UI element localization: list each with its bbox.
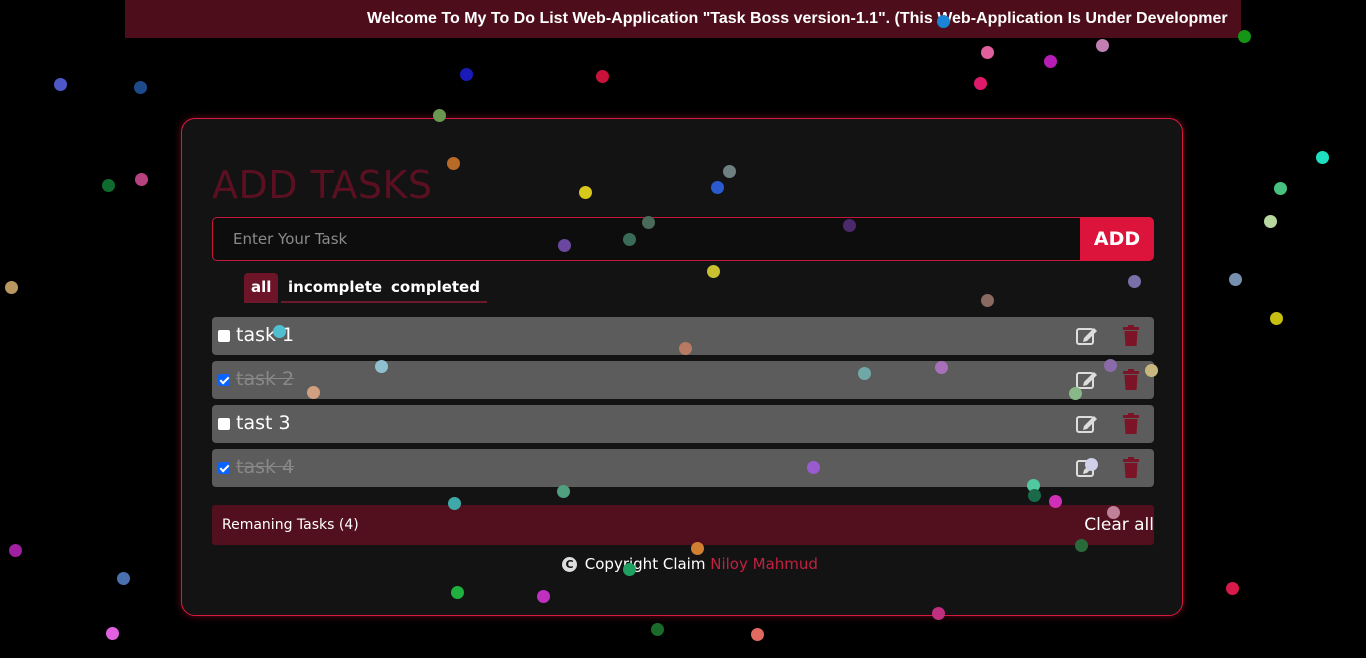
clear-all-button[interactable]: Clear all [1084, 515, 1154, 535]
trash-icon[interactable] [1122, 369, 1140, 391]
particle-dot [1264, 215, 1277, 228]
author-link[interactable]: Niloy Mahmud [710, 555, 818, 573]
task-label: task 4 [236, 456, 295, 478]
task-row: task 1 [212, 317, 1154, 355]
todo-card: ADD TASKS ADD all incomplete completed t… [181, 118, 1183, 616]
filter-incomplete[interactable]: incomplete [281, 273, 390, 303]
particle-dot [1316, 151, 1329, 164]
task-row: task 2 [212, 361, 1154, 399]
particle-dot [135, 173, 148, 186]
particle-dot [117, 572, 130, 585]
copyright-line: C Copyright Claim Niloy Mahmud [562, 555, 818, 573]
task-label: task 1 [236, 324, 295, 346]
particle-dot [1274, 182, 1287, 195]
particle-dot [1226, 582, 1239, 595]
particle-dot [106, 627, 119, 640]
particle-dot [460, 68, 473, 81]
particle-dot [9, 544, 22, 557]
edit-icon[interactable] [1076, 458, 1098, 478]
trash-icon[interactable] [1122, 325, 1140, 347]
particle-dot [134, 81, 147, 94]
remaining-count: Remaning Tasks (4) [222, 517, 359, 533]
welcome-banner-text: Welcome To My To Do List Web-Application… [367, 10, 1228, 27]
task-input[interactable] [212, 217, 1082, 261]
trash-icon[interactable] [1122, 413, 1140, 435]
tasks-footer: Remaning Tasks (4) Clear all [212, 505, 1154, 545]
trash-icon[interactable] [1122, 457, 1140, 479]
task-checkbox[interactable] [218, 330, 230, 342]
particle-dot [1229, 273, 1242, 286]
particle-dot [651, 623, 664, 636]
particle-dot [1044, 55, 1057, 68]
welcome-banner: Welcome To My To Do List Web-Application… [125, 0, 1241, 38]
filter-all[interactable]: all [244, 273, 279, 303]
particle-dot [1270, 312, 1283, 325]
particle-dot [596, 70, 609, 83]
task-row: task 4 [212, 449, 1154, 487]
edit-icon[interactable] [1076, 414, 1098, 434]
copyright-text: Copyright Claim [584, 555, 706, 573]
particle-dot [1096, 39, 1109, 52]
particle-dot [974, 77, 987, 90]
page-title: ADD TASKS [212, 163, 433, 207]
task-checkbox[interactable] [218, 462, 230, 474]
edit-icon[interactable] [1076, 370, 1098, 390]
task-row: tast 3 [212, 405, 1154, 443]
task-label: tast 3 [236, 412, 291, 434]
particle-dot [54, 78, 67, 91]
particle-dot [981, 46, 994, 59]
particle-dot [751, 628, 764, 641]
task-checkbox[interactable] [218, 418, 230, 430]
filter-completed[interactable]: completed [384, 273, 487, 303]
particle-dot [102, 179, 115, 192]
copyright-icon: C [562, 557, 577, 572]
particle-dot [5, 281, 18, 294]
task-label: task 2 [236, 368, 295, 390]
task-checkbox[interactable] [218, 374, 230, 386]
edit-icon[interactable] [1076, 326, 1098, 346]
add-task-button[interactable]: ADD [1080, 217, 1154, 261]
